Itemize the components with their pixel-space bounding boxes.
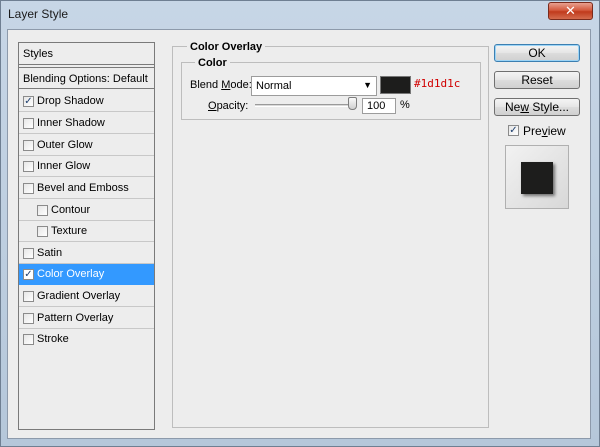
- contour-checkbox[interactable]: [37, 205, 48, 216]
- opacity-slider-handle[interactable]: [348, 97, 357, 110]
- dialog-body: Styles Blending Options: Default ✓ Drop …: [7, 29, 591, 439]
- blend-mode-label: Blend Mode:: [190, 79, 252, 91]
- color-subgroup-title: Color: [195, 57, 230, 69]
- overlay-color-swatch[interactable]: [380, 76, 411, 94]
- style-item-label: Stroke: [37, 333, 69, 345]
- blending-options-item[interactable]: Blending Options: Default: [19, 67, 154, 89]
- chevron-down-icon: ▼: [363, 80, 372, 90]
- preview-thumbnail: [505, 145, 569, 209]
- preview-swatch: [521, 162, 553, 194]
- satin-checkbox[interactable]: [23, 248, 34, 259]
- style-item-stroke[interactable]: Stroke: [19, 329, 154, 350]
- texture-checkbox[interactable]: [37, 226, 48, 237]
- opacity-label: Opacity:: [208, 100, 249, 112]
- style-item-inner-shadow[interactable]: Inner Shadow: [19, 113, 154, 134]
- style-item-label: Color Overlay: [37, 268, 105, 280]
- style-item-bevel-and-emboss[interactable]: Bevel and Emboss: [19, 178, 154, 199]
- style-item-color-overlay[interactable]: ✓ Color Overlay: [19, 264, 154, 285]
- window-title: Layer Style: [8, 7, 69, 21]
- style-item-label: Inner Shadow: [37, 117, 105, 129]
- pattern-overlay-checkbox[interactable]: [23, 313, 34, 324]
- styles-header[interactable]: Styles: [19, 43, 154, 65]
- new-style-button[interactable]: New Style...: [494, 98, 580, 116]
- style-item-label: Contour: [51, 204, 91, 216]
- color-overlay-title: Color Overlay: [187, 41, 266, 53]
- opacity-slider-track[interactable]: [255, 104, 356, 107]
- style-item-outer-glow[interactable]: Outer Glow: [19, 135, 154, 156]
- bevel-and-emboss-checkbox[interactable]: [23, 183, 34, 194]
- style-item-texture[interactable]: Texture: [19, 221, 154, 242]
- style-item-inner-glow[interactable]: Inner Glow: [19, 156, 154, 177]
- color-overlay-checkbox[interactable]: ✓: [23, 269, 34, 280]
- style-item-label: Gradient Overlay: [37, 290, 121, 302]
- style-item-label: Texture: [51, 225, 88, 237]
- stroke-checkbox[interactable]: [23, 334, 34, 345]
- outer-glow-checkbox[interactable]: [23, 140, 34, 151]
- style-item-contour[interactable]: Contour: [19, 200, 154, 221]
- blend-mode-value: Normal: [256, 80, 292, 92]
- style-item-satin[interactable]: Satin: [19, 243, 154, 264]
- opacity-input[interactable]: 100: [362, 98, 396, 114]
- style-item-gradient-overlay[interactable]: Gradient Overlay: [19, 286, 154, 307]
- style-item-label: Inner Glow: [37, 160, 91, 172]
- style-item-label: Outer Glow: [37, 139, 93, 151]
- blend-mode-dropdown[interactable]: Normal ▼: [251, 76, 377, 96]
- style-item-label: Pattern Overlay: [37, 312, 114, 324]
- gradient-overlay-checkbox[interactable]: [23, 291, 34, 302]
- style-item-label: Satin: [37, 247, 63, 259]
- color-hex-annotation: #1d1d1c: [414, 77, 461, 90]
- close-button[interactable]: ✕: [548, 2, 593, 20]
- styles-list: Styles Blending Options: Default ✓ Drop …: [18, 42, 155, 430]
- style-item-drop-shadow[interactable]: ✓ Drop Shadow: [19, 91, 154, 112]
- style-item-label: Bevel and Emboss: [37, 182, 129, 194]
- opacity-unit: %: [400, 99, 410, 111]
- inner-glow-checkbox[interactable]: [23, 161, 34, 172]
- inner-shadow-checkbox[interactable]: [23, 118, 34, 129]
- ok-button[interactable]: OK: [494, 44, 580, 62]
- style-item-pattern-overlay[interactable]: Pattern Overlay: [19, 308, 154, 329]
- reset-button[interactable]: Reset: [494, 71, 580, 89]
- style-item-label: Drop Shadow: [37, 95, 104, 107]
- drop-shadow-checkbox[interactable]: ✓: [23, 96, 34, 107]
- preview-checkbox[interactable]: ✓: [508, 125, 519, 136]
- preview-label: Preview: [523, 124, 566, 138]
- title-bar[interactable]: Layer Style ✕: [1, 1, 599, 29]
